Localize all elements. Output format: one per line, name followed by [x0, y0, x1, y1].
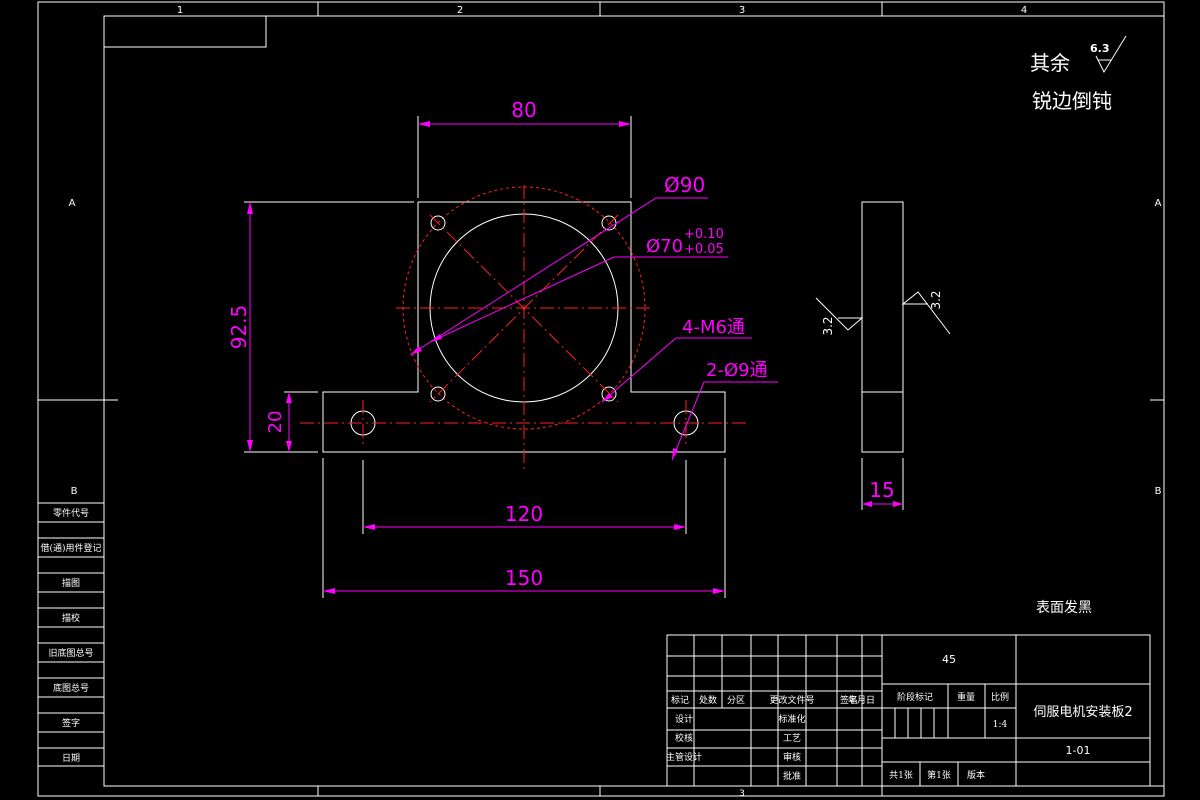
- tb-sheets-total: 共1张: [889, 770, 913, 781]
- tb-row-chief: 主管设计: [666, 751, 702, 763]
- zone-col-3: 3: [739, 5, 745, 16]
- tb-header-date: 年月日: [848, 694, 875, 706]
- dim-height-total: 92.5: [227, 305, 251, 350]
- zone-row-a-right: A: [1155, 198, 1162, 209]
- side-rough-right: 3.2: [929, 290, 943, 309]
- tb-row-approve: 批准: [783, 770, 801, 782]
- tb-header-count: 处数: [699, 694, 717, 706]
- tb-part-name: 伺服电机安装板2: [1033, 705, 1132, 720]
- tb-material: 45: [942, 653, 956, 666]
- left-strip-label: 日期: [62, 753, 80, 764]
- zone-col-3-bottom: 3: [739, 789, 745, 799]
- dim-tol-lower: +0.05: [684, 242, 724, 257]
- zone-col-2: 2: [457, 5, 463, 16]
- tb-stage-label: 阶段标记: [897, 691, 933, 703]
- zone-col-1: 1: [177, 5, 183, 16]
- tb-row-std: 标准化: [778, 713, 805, 725]
- tb-drawing-no: 1-01: [1066, 744, 1091, 757]
- tb-version: 版本: [967, 769, 985, 781]
- zone-row-b-right: B: [1155, 486, 1162, 497]
- dim-width-total: 150: [505, 566, 543, 590]
- tb-row-audit: 审核: [783, 751, 801, 763]
- zone-col-4: 4: [1021, 5, 1027, 16]
- dim-hole-through: 2-Ø9通: [706, 360, 768, 381]
- dim-hole-tapped: 4-M6通: [682, 317, 745, 338]
- dim-width-top: 80: [511, 98, 536, 122]
- dim-dia-outer: Ø90: [664, 173, 705, 197]
- tb-header-change-doc: 更改文件号: [769, 694, 814, 706]
- tb-weight-label: 重量: [957, 691, 975, 703]
- cad-drawing-canvas: 1 2 3 4 A A B B 3 其余 6.3 锐边倒钝 表面发黑 80 92…: [37, 1, 1165, 799]
- tb-row-check: 校核: [675, 732, 693, 744]
- dim-tol-upper: +0.10: [684, 227, 724, 242]
- left-strip-label: 旧底图总号: [48, 647, 93, 659]
- tb-row-design: 设计: [675, 713, 693, 725]
- surface-treatment-note: 表面发黑: [1036, 600, 1092, 616]
- dim-dia-bore: Ø70: [646, 236, 683, 257]
- tb-row-craft: 工艺: [783, 733, 801, 744]
- leader-dia-90: [409, 197, 708, 356]
- left-strip-label: 描图: [62, 577, 80, 589]
- edge-note: 锐边倒钝: [1032, 89, 1112, 113]
- tb-sheet-no: 第1张: [927, 769, 951, 781]
- roughness-prefix: 其余: [1030, 51, 1070, 75]
- dim-height-base: 20: [265, 411, 286, 434]
- left-strip-label: 底图总号: [53, 682, 89, 694]
- sheet-frame: [37, 1, 1165, 797]
- left-strip-label: 借(通)用件登记: [40, 542, 101, 554]
- left-strip-label: 零件代号: [53, 507, 89, 519]
- side-view: [861, 201, 904, 453]
- tb-scale-label: 比例: [991, 691, 1009, 703]
- dim-hole-spacing: 120: [505, 502, 543, 526]
- dimension-20: [284, 391, 318, 452]
- roughness-value: 6.3: [1090, 42, 1110, 55]
- zone-row-a-left: A: [69, 198, 76, 209]
- center-lines: [300, 185, 748, 470]
- tb-header-mark: 标记: [671, 694, 689, 706]
- left-strip-label: 描校: [62, 612, 80, 624]
- side-rough-left: 3.2: [821, 316, 835, 335]
- left-strip-label: 签字: [62, 717, 80, 729]
- dim-thickness: 15: [869, 478, 894, 502]
- zone-row-b-left: B: [71, 486, 78, 497]
- tb-scale: 1:4: [993, 720, 1008, 730]
- tb-header-zone: 分区: [727, 695, 745, 706]
